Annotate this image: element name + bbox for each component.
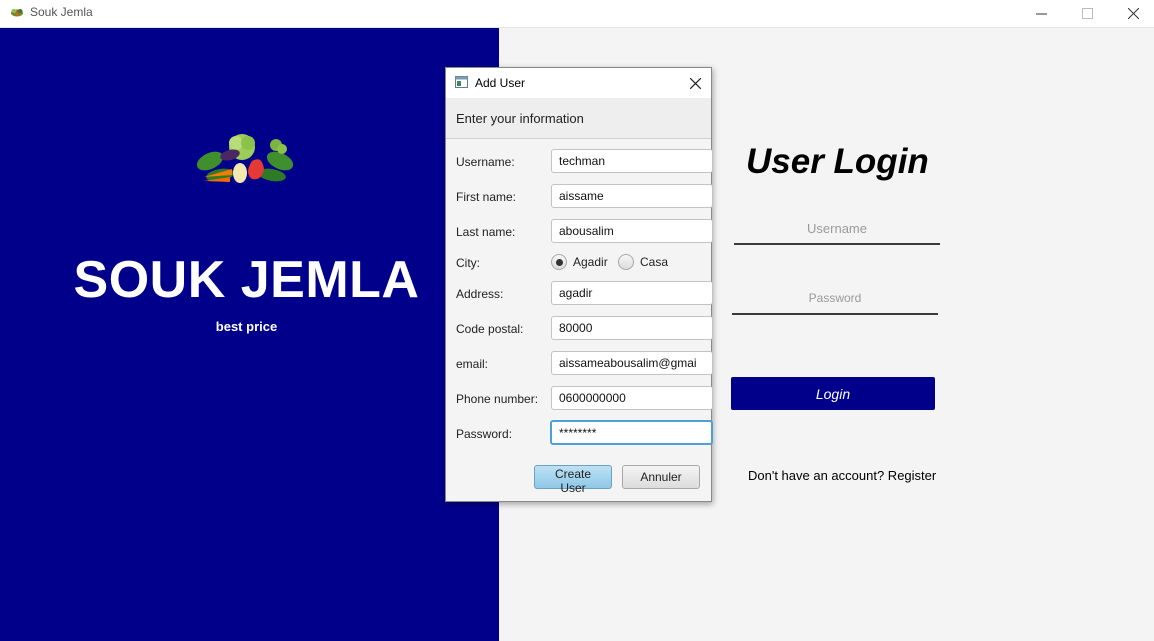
code-postal-label: Code postal: bbox=[456, 322, 524, 336]
window-title: Souk Jemla bbox=[30, 5, 93, 19]
phone-field[interactable] bbox=[551, 386, 713, 410]
app-logo-icon bbox=[11, 9, 23, 17]
minimize-icon bbox=[1035, 13, 1047, 15]
radio-checked-icon bbox=[551, 254, 567, 270]
login-button[interactable]: Login bbox=[731, 377, 935, 410]
dialog-titlebar[interactable]: Add User bbox=[446, 68, 711, 98]
brand-title: SOUK JEMLA bbox=[73, 251, 420, 309]
first-name-label: First name: bbox=[456, 190, 517, 204]
city-option-label: Agadir bbox=[573, 255, 608, 269]
dialog-title: Add User bbox=[475, 76, 526, 90]
create-user-button[interactable]: Create User bbox=[534, 465, 612, 495]
login-title: User Login bbox=[746, 142, 929, 181]
first-name-field[interactable] bbox=[551, 184, 713, 208]
email-field[interactable] bbox=[551, 351, 713, 375]
brand-panel: SOUK JEMLA best price bbox=[0, 28, 499, 641]
register-link[interactable]: Don't have an account? Register bbox=[748, 468, 936, 483]
phone-label: Phone number: bbox=[456, 392, 539, 406]
close-icon bbox=[1127, 8, 1139, 19]
dialog-header-text: Enter your information bbox=[456, 111, 584, 126]
address-label: Address: bbox=[456, 287, 504, 301]
email-label: email: bbox=[456, 357, 489, 371]
add-user-dialog: Add User Enter your information Username… bbox=[445, 67, 713, 502]
close-window-button[interactable] bbox=[1110, 0, 1154, 27]
password-input[interactable] bbox=[732, 283, 938, 315]
vegetables-basket-icon bbox=[196, 134, 294, 183]
address-field[interactable] bbox=[551, 281, 713, 305]
password-label: Password: bbox=[456, 427, 513, 441]
city-radio-casa[interactable]: Casa bbox=[618, 254, 668, 270]
city-option-label: Casa bbox=[640, 255, 669, 269]
password-field[interactable] bbox=[550, 420, 713, 445]
username-label: Username: bbox=[456, 155, 515, 169]
maximize-button[interactable] bbox=[1064, 0, 1110, 27]
last-name-label: Last name: bbox=[456, 225, 516, 239]
dialog-header: Enter your information bbox=[446, 98, 711, 139]
window-titlebar: Souk Jemla bbox=[0, 0, 1154, 28]
radio-unchecked-icon bbox=[618, 254, 634, 270]
brand-subtitle: best price bbox=[215, 319, 278, 334]
maximize-icon bbox=[1081, 8, 1093, 19]
minimize-button[interactable] bbox=[1018, 0, 1064, 27]
window-app-icon bbox=[455, 76, 468, 88]
city-label: City: bbox=[456, 256, 480, 270]
cancel-button[interactable]: Annuler bbox=[622, 465, 700, 489]
username-field[interactable] bbox=[551, 149, 713, 173]
close-icon bbox=[689, 77, 701, 89]
username-input[interactable] bbox=[734, 213, 940, 245]
last-name-field[interactable] bbox=[551, 219, 713, 243]
code-postal-field[interactable] bbox=[551, 316, 713, 340]
dialog-close-button[interactable] bbox=[684, 73, 706, 93]
city-radio-agadir[interactable]: Agadir bbox=[551, 254, 608, 270]
